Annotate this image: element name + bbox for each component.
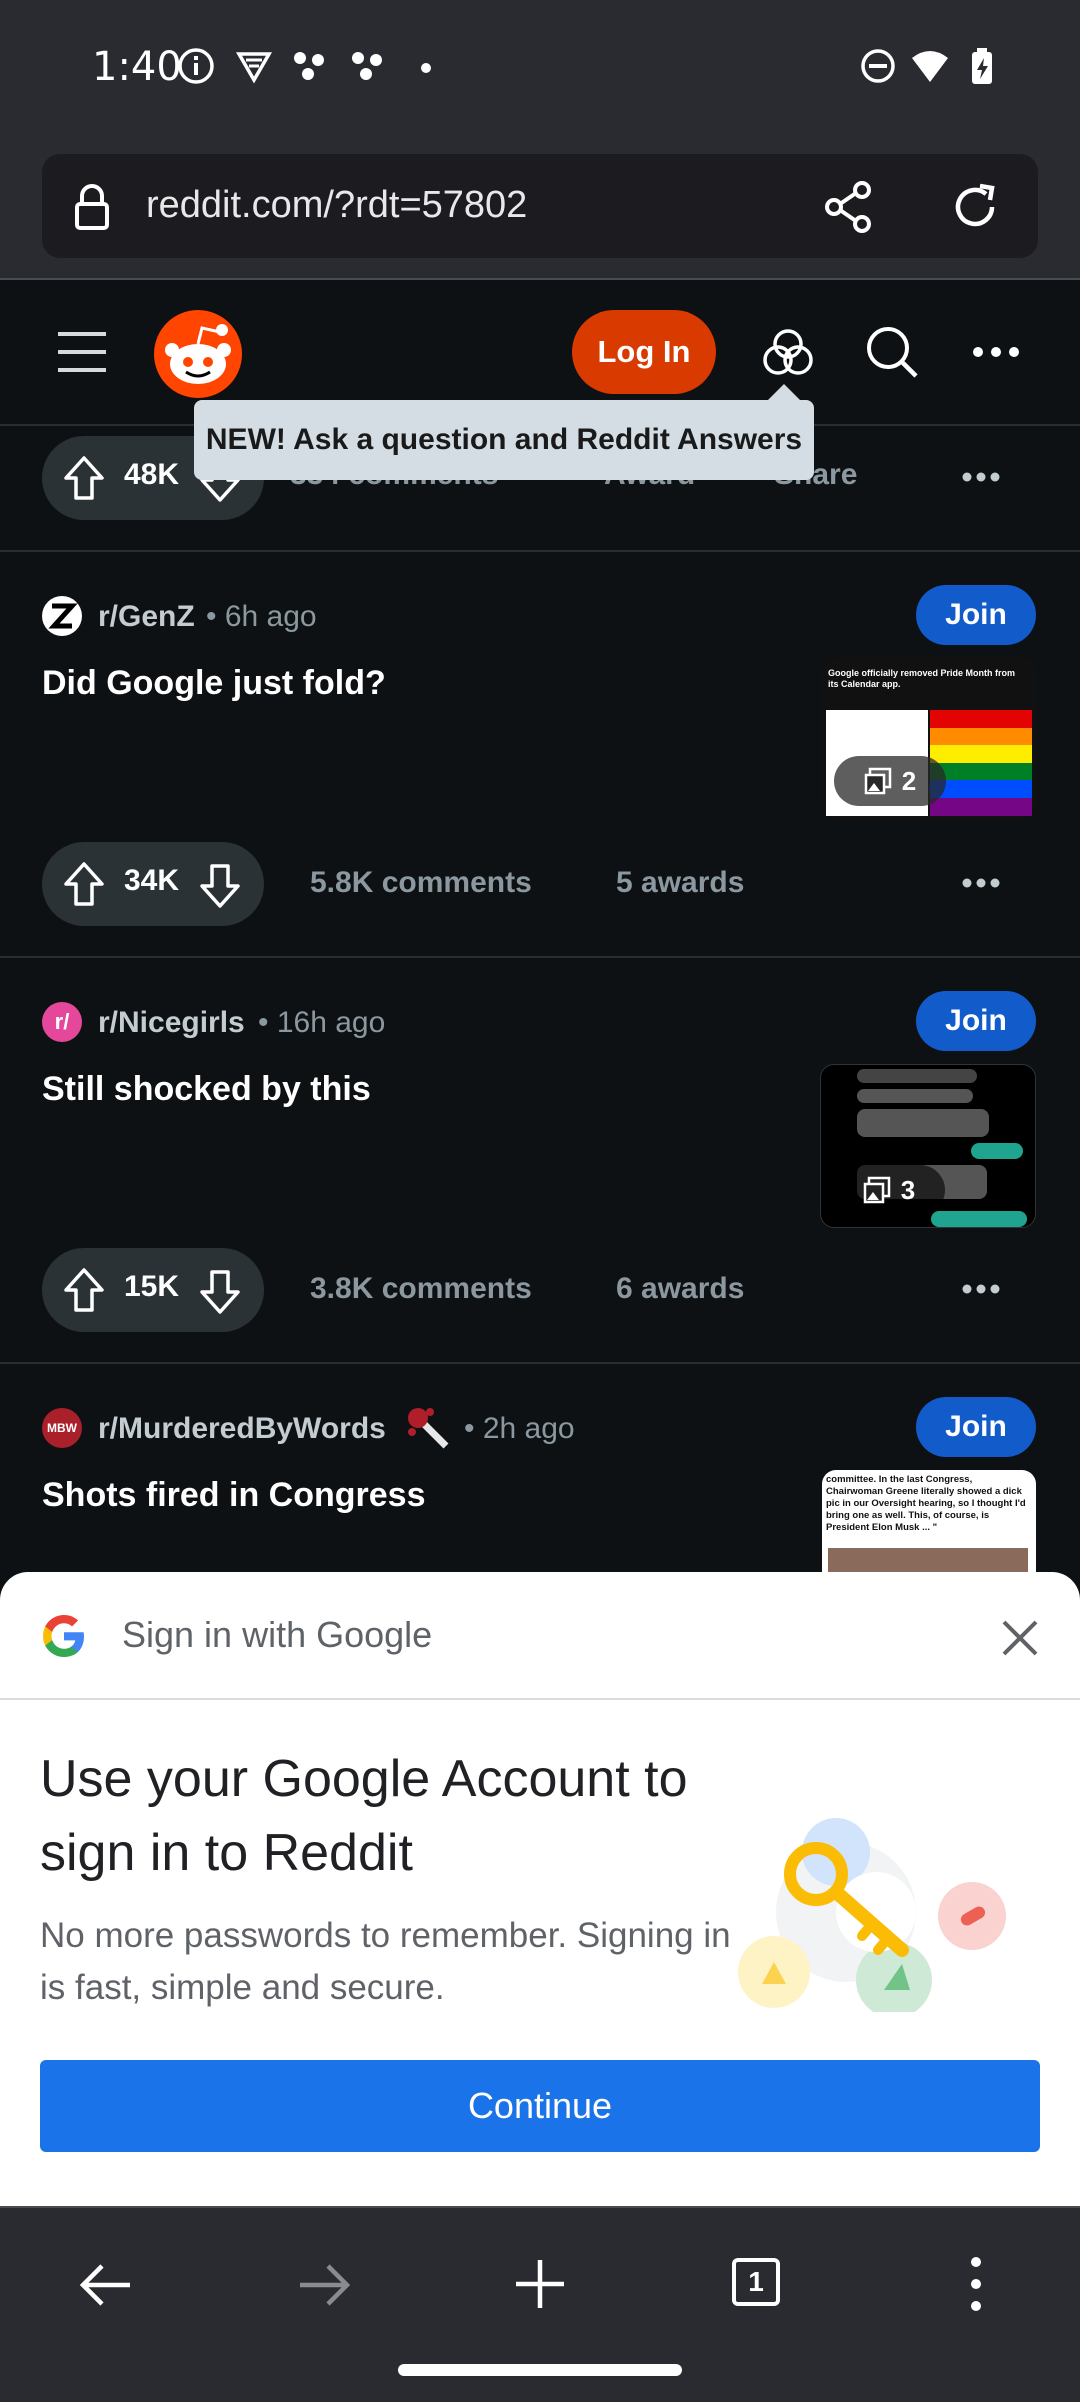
post-more-icon[interactable] bbox=[962, 1282, 1000, 1296]
home-indicator[interactable] bbox=[398, 2364, 682, 2376]
address-bar[interactable]: reddit.com/?rdt=57802 bbox=[42, 154, 1038, 258]
awards-count[interactable]: 5 awards bbox=[616, 866, 744, 900]
do-not-disturb-icon bbox=[861, 49, 895, 83]
comments-link[interactable]: 5.8K comments bbox=[310, 866, 532, 900]
gallery-icon bbox=[863, 1176, 891, 1204]
tab-count: 1 bbox=[748, 2266, 764, 2297]
rainbow-flag-image bbox=[930, 710, 1032, 816]
google-logo-icon bbox=[43, 1615, 84, 1657]
downvote-icon[interactable] bbox=[198, 862, 242, 910]
status-time: 1:40 bbox=[92, 44, 182, 90]
post-more-icon[interactable] bbox=[962, 876, 1000, 890]
google-signin-sheet: Sign in with Google Use your Google Acco… bbox=[0, 1572, 1080, 2206]
browser-toolbar: reddit.com/?rdt=57802 bbox=[0, 140, 1080, 280]
status-bar: 1:40 bbox=[0, 0, 1080, 140]
back-arrow-icon[interactable] bbox=[78, 2260, 134, 2310]
search-icon[interactable] bbox=[862, 322, 922, 382]
close-icon[interactable] bbox=[1000, 1618, 1040, 1658]
chat-bubble-sent bbox=[971, 1143, 1023, 1159]
forward-arrow-icon[interactable] bbox=[296, 2260, 352, 2310]
post-divider bbox=[0, 550, 1080, 552]
upvote-icon[interactable] bbox=[62, 454, 106, 502]
chat-bubble-sent bbox=[931, 1211, 1027, 1227]
google-signin-header: Sign in with Google bbox=[0, 1572, 1080, 1700]
subreddit-name[interactable]: r/MurderedByWords bbox=[98, 1412, 386, 1446]
awards-count[interactable]: 6 awards bbox=[616, 1272, 744, 1306]
lock-icon[interactable] bbox=[72, 182, 112, 232]
post-title[interactable]: Still shocked by this bbox=[42, 1070, 371, 1109]
post-age-text: 16h ago bbox=[276, 1006, 386, 1039]
shield-icon bbox=[235, 52, 273, 84]
new-tab-icon[interactable] bbox=[512, 2256, 568, 2312]
reddit-answers-icon[interactable] bbox=[758, 322, 818, 382]
flair-emoji-icon bbox=[408, 1408, 449, 1449]
gallery-count: 3 bbox=[900, 1174, 916, 1205]
join-button[interactable]: Join bbox=[916, 585, 1036, 645]
wifi-icon bbox=[912, 51, 948, 82]
post-age: • 6h ago bbox=[206, 600, 317, 633]
subreddit-avatar[interactable]: r/ bbox=[42, 1002, 82, 1042]
vote-count: 15K bbox=[124, 1270, 180, 1303]
login-button[interactable]: Log In bbox=[572, 310, 716, 394]
post-divider bbox=[0, 1362, 1080, 1364]
notification-dots-icon bbox=[294, 52, 324, 80]
genz-logo-icon bbox=[48, 603, 78, 629]
browser-menu-icon[interactable] bbox=[964, 2254, 988, 2314]
comments-link[interactable]: 3.8K comments bbox=[310, 1272, 532, 1306]
reddit-logo-icon[interactable] bbox=[152, 308, 244, 400]
vote-count: 34K bbox=[124, 864, 180, 897]
chat-bubble bbox=[857, 1089, 973, 1103]
downvote-icon[interactable] bbox=[198, 1268, 242, 1316]
upvote-icon[interactable] bbox=[62, 1266, 106, 1314]
thumbnail-caption: Google officially removed Pride Month fr… bbox=[828, 668, 1016, 689]
vote-pill[interactable]: 15K bbox=[42, 1248, 264, 1332]
reload-icon[interactable] bbox=[948, 180, 1002, 234]
gallery-count-badge: 3 bbox=[833, 1165, 945, 1215]
gallery-count: 2 bbox=[901, 765, 917, 796]
post-thumbnail[interactable]: Google officially removed Pride Month fr… bbox=[822, 658, 1036, 820]
subreddit-name[interactable]: r/Nicegirls bbox=[98, 1006, 245, 1040]
thumbnail-caption: committee. In the last Congress, Chairwo… bbox=[826, 1474, 1026, 1533]
chat-bubble bbox=[857, 1069, 977, 1083]
post-age: • 2h ago bbox=[464, 1412, 575, 1445]
vote-count: 48K bbox=[124, 458, 180, 491]
post-title[interactable]: Shots fired in Congress bbox=[42, 1476, 426, 1515]
reddit-answers-tooltip[interactable]: NEW! Ask a question and Reddit Answers bbox=[194, 384, 814, 480]
google-signin-headline: Use your Google Account to sign in to Re… bbox=[40, 1750, 688, 1882]
key-illustration-icon bbox=[738, 1818, 1006, 2012]
info-icon bbox=[178, 48, 214, 84]
google-signin-title: Sign in with Google bbox=[122, 1614, 433, 1655]
subreddit-avatar[interactable]: MBW bbox=[42, 1408, 82, 1448]
upvote-icon[interactable] bbox=[62, 860, 106, 908]
subreddit-name[interactable]: r/GenZ bbox=[98, 600, 195, 634]
more-notifications-dot-icon bbox=[421, 63, 431, 73]
battery-icon bbox=[972, 48, 992, 84]
post-title[interactable]: Did Google just fold? bbox=[42, 664, 386, 703]
hamburger-menu-icon[interactable] bbox=[58, 332, 108, 372]
post-more-icon[interactable] bbox=[962, 470, 1000, 484]
post-divider bbox=[0, 956, 1080, 958]
tab-switcher-button[interactable]: 1 bbox=[732, 2258, 780, 2306]
post-age: • 16h ago bbox=[258, 1006, 386, 1039]
chat-bubble bbox=[857, 1109, 989, 1137]
post-age-text: 6h ago bbox=[224, 600, 317, 633]
gallery-icon bbox=[864, 767, 892, 795]
join-button[interactable]: Join bbox=[916, 991, 1036, 1051]
gallery-count-badge: 2 bbox=[834, 756, 946, 806]
share-icon[interactable] bbox=[822, 180, 876, 234]
post-thumbnail[interactable]: 3 bbox=[820, 1064, 1036, 1228]
google-signin-subtext: No more passwords to remember. Signing i… bbox=[40, 1916, 731, 2007]
url-text[interactable]: reddit.com/?rdt=57802 bbox=[146, 184, 527, 227]
vote-pill[interactable]: 34K bbox=[42, 842, 264, 926]
post-age-text: 2h ago bbox=[482, 1412, 575, 1445]
notification-dots-icon bbox=[352, 52, 382, 80]
more-options-icon[interactable] bbox=[972, 342, 1020, 362]
continue-button[interactable]: Continue bbox=[40, 2060, 1040, 2152]
join-button[interactable]: Join bbox=[916, 1397, 1036, 1457]
subreddit-avatar[interactable] bbox=[42, 596, 82, 636]
